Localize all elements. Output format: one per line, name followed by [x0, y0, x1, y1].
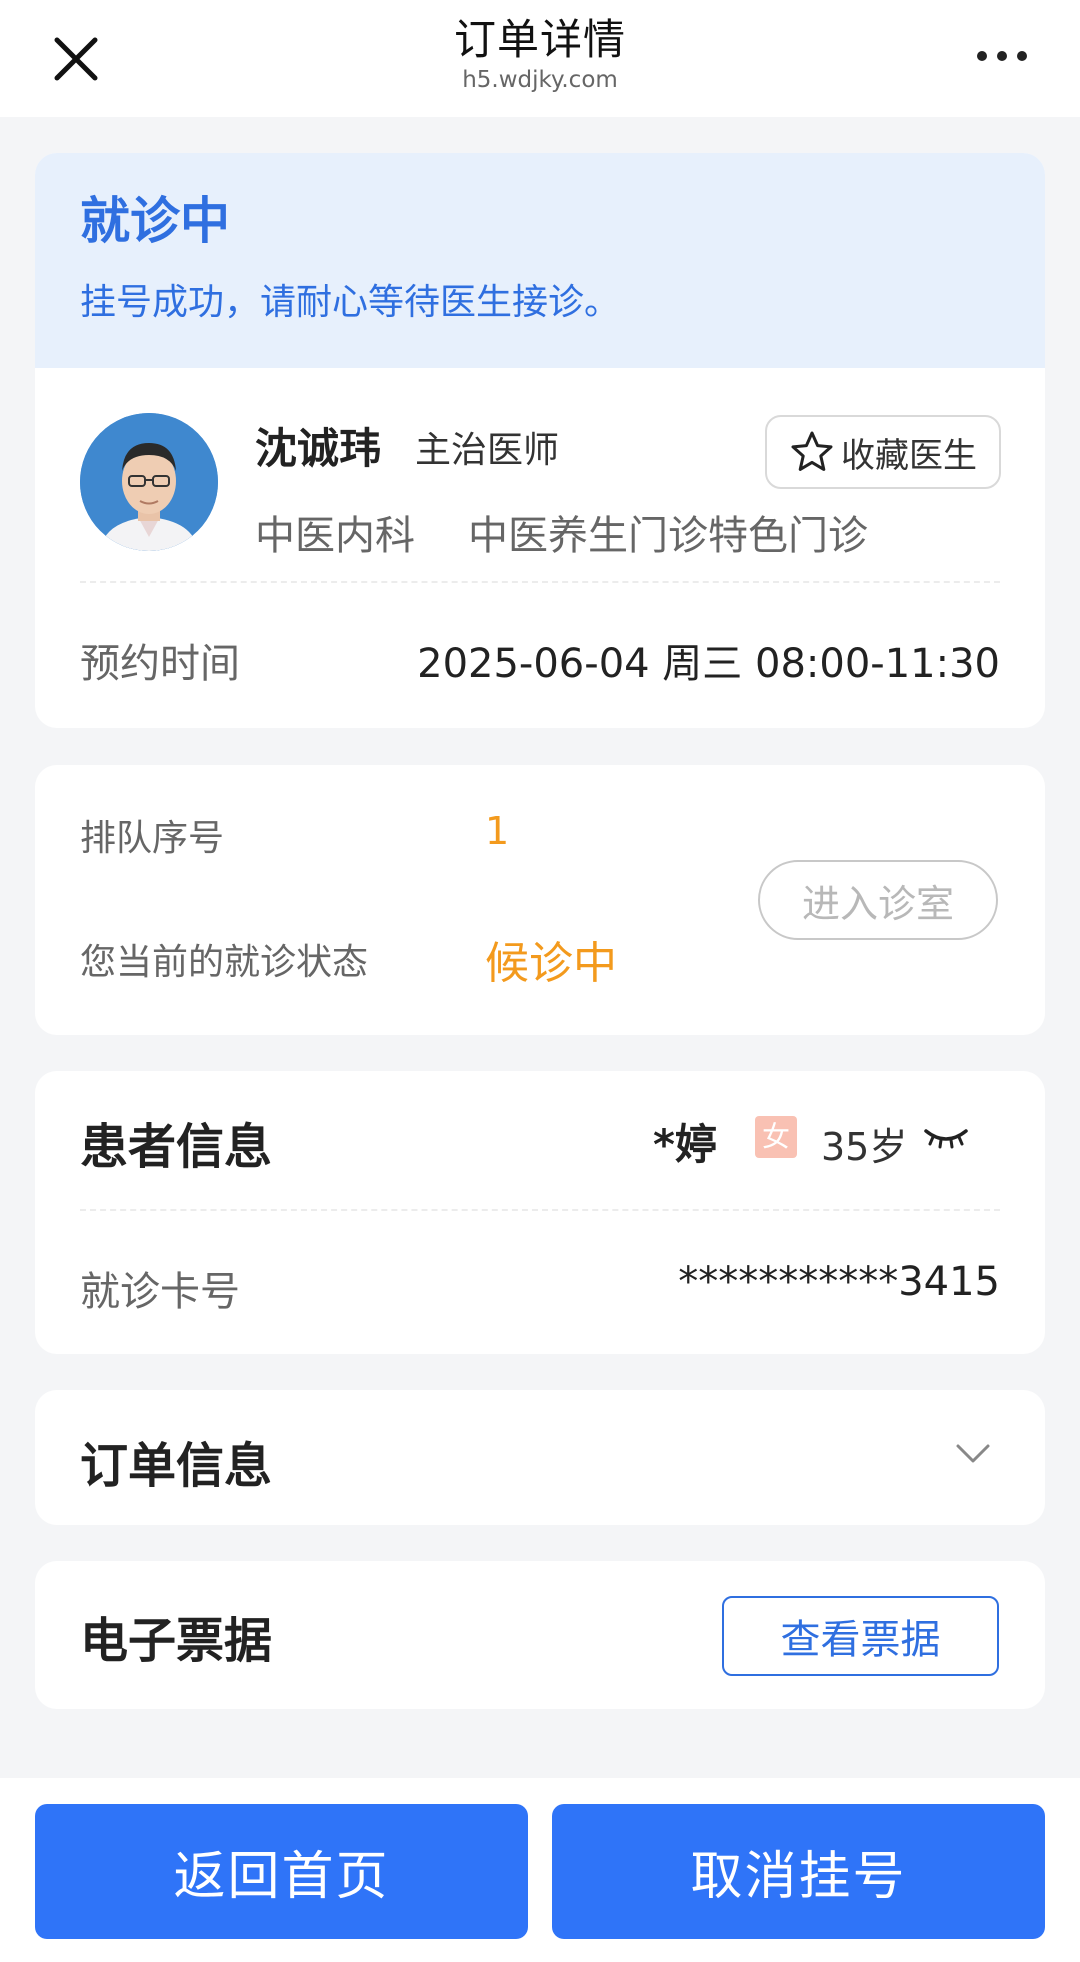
e-receipt-card: 电子票据 查看票据 — [35, 1561, 1045, 1709]
receipt-section-title: 电子票据 — [80, 1613, 273, 1669]
doctor-avatar-image — [80, 413, 218, 551]
view-receipt-button[interactable]: 查看票据 — [722, 1596, 999, 1676]
favorite-doctor-button[interactable]: 收藏医生 — [765, 415, 1001, 489]
status-banner: 就诊中 挂号成功，请耐心等待医生接诊。 — [35, 153, 1045, 368]
divider — [80, 1209, 1000, 1211]
appointment-time-label: 预约时间 — [80, 641, 240, 687]
doctor-name: 沈诚玮 — [255, 424, 382, 473]
visit-card-label: 就诊卡号 — [80, 1269, 240, 1315]
title-block: 订单详情 h5.wdjky.com — [0, 14, 1080, 94]
status-title: 就诊中 — [80, 192, 230, 250]
order-section-title: 订单信息 — [80, 1438, 273, 1494]
doctor-title: 主治医师 — [415, 430, 560, 471]
bottom-action-bar: 返回首页 取消挂号 — [0, 1778, 1080, 1962]
eye-closed-icon — [924, 1129, 968, 1149]
page-url: h5.wdjky.com — [462, 67, 618, 93]
queue-number-label: 排队序号 — [80, 818, 225, 859]
doctor-avatar[interactable] — [80, 413, 218, 551]
page-title: 订单详情 — [453, 15, 626, 64]
back-to-home-button[interactable]: 返回首页 — [35, 1804, 528, 1939]
star-icon — [791, 431, 833, 471]
queue-status-card: 排队序号 1 您当前的就诊状态 候诊中 进入诊室 — [35, 765, 1045, 1035]
enter-consult-room-button[interactable]: 进入诊室 — [758, 860, 998, 940]
doctor-department: 中医内科 — [255, 513, 415, 559]
toggle-privacy-button[interactable] — [923, 1125, 969, 1151]
cancel-registration-button[interactable]: 取消挂号 — [552, 1804, 1045, 1939]
queue-number-value: 1 — [485, 809, 510, 853]
patient-info-card: 患者信息 *婷 女 35岁 就诊卡号 ***********3415 — [35, 1071, 1045, 1354]
favorite-doctor-label: 收藏医生 — [841, 435, 977, 476]
patient-section-title: 患者信息 — [80, 1119, 273, 1175]
appointment-time-value: 2025-06-04 周三 08:00-11:30 — [417, 641, 1000, 687]
visit-card-number: ***********3415 — [678, 1259, 1000, 1305]
top-navigation-bar: 订单详情 h5.wdjky.com — [0, 0, 1080, 117]
patient-sex-badge: 女 — [755, 1116, 797, 1158]
patient-name: *婷 — [653, 1120, 717, 1169]
more-dots-icon — [977, 51, 1027, 61]
consultation-status-card: 就诊中 挂号成功，请耐心等待医生接诊。 沈诚玮 主治医师 收藏医生 中医内科 中… — [35, 153, 1045, 728]
visit-status-value: 候诊中 — [485, 938, 617, 989]
expand-order-button[interactable] — [955, 1442, 991, 1466]
divider — [80, 581, 1000, 583]
doctor-clinic: 中医养生门诊特色门诊 — [468, 513, 868, 559]
patient-age: 35岁 — [821, 1125, 908, 1169]
order-info-card[interactable]: 订单信息 — [35, 1390, 1045, 1525]
more-menu-button[interactable] — [972, 42, 1032, 70]
visit-status-label: 您当前的就诊状态 — [80, 942, 369, 983]
status-message: 挂号成功，请耐心等待医生接诊。 — [80, 282, 621, 323]
chevron-down-icon — [956, 1444, 990, 1463]
